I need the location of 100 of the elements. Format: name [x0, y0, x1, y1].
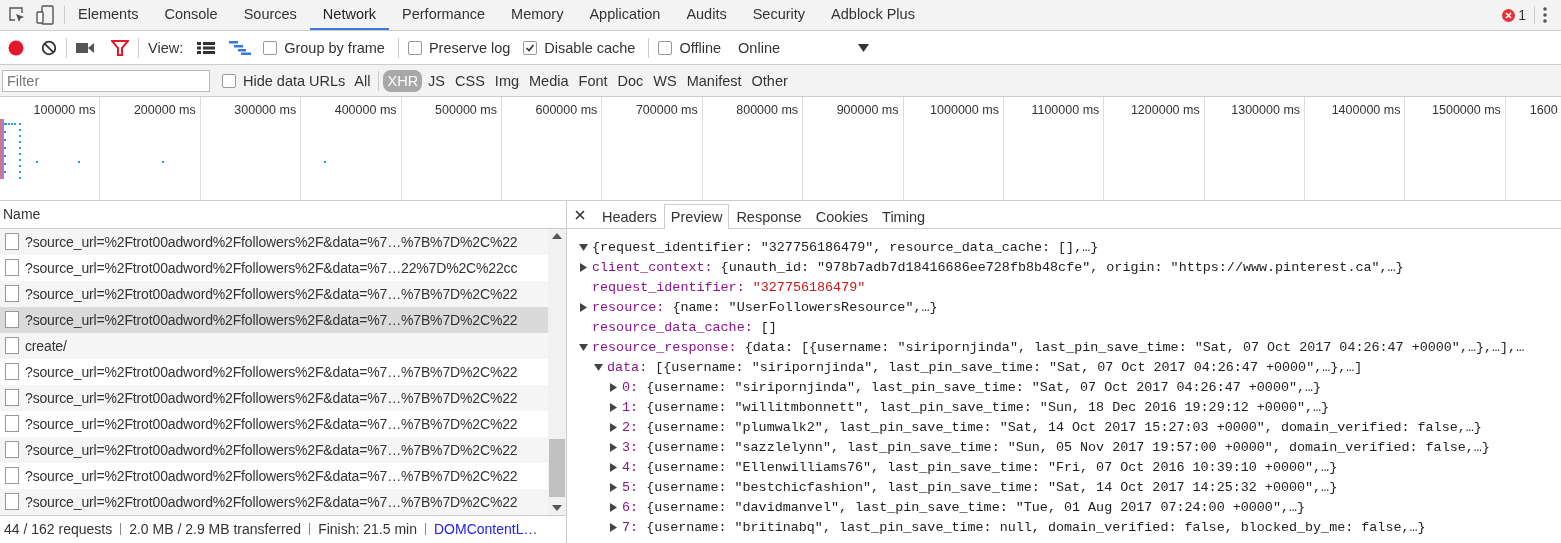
resource-type-filter[interactable]: WS [649, 69, 681, 92]
resource-type-filter[interactable]: Img [490, 69, 524, 92]
filter-icon[interactable] [111, 39, 129, 56]
property-value: "327756186479" [752, 279, 866, 295]
view-label: View: [148, 39, 184, 56]
detail-tab[interactable]: Cookies [808, 204, 876, 228]
request-row[interactable]: ?source_url=%2Ftrot00adword%2Ffollowers%2F&data=%7…%7B%7D%2C%22 [0, 306, 548, 333]
checkbox-label: Group by frame [284, 39, 385, 56]
checkbox[interactable] [222, 73, 236, 88]
close-icon[interactable] [575, 209, 585, 220]
request-row[interactable]: ?source_url=%2Ftrot00adword%2Ffollowers%2F&data=%7…%7B%7D%2C%22 [0, 384, 548, 411]
request-row[interactable]: ?source_url=%2Ftrot00adword%2Ffollowers%2F&data=%7…%7B%7D%2C%22 [0, 410, 548, 437]
expanded-arrow-icon[interactable] [579, 342, 588, 352]
property-value: [] [760, 319, 777, 335]
property-value: {username: "siripornjinda", last_pin_save_time: "Sat, 07 Oct 2017 04:26:47 +0000",…} [646, 379, 1322, 395]
checkbox[interactable] [407, 40, 422, 55]
detail-tab[interactable]: Timing [875, 204, 933, 228]
document-icon [5, 285, 19, 302]
resource-type-filter[interactable]: All [350, 69, 375, 92]
request-row[interactable]: ?source_url=%2Ftrot00adword%2Ffollowers%2F&data=%7…%7B%7D%2C%22 [0, 462, 548, 489]
collapsed-arrow-icon[interactable] [609, 462, 618, 472]
collapsed-arrow-icon[interactable] [609, 522, 618, 532]
request-row[interactable]: ?source_url=%2Ftrot00adword%2Ffollowers%2F&data=%7…%7B%7D%2C%22 [0, 488, 548, 515]
detail-tab[interactable]: Headers [595, 204, 664, 228]
collapsed-arrow-icon[interactable] [609, 482, 618, 492]
checkbox[interactable] [523, 40, 538, 55]
waterfall-icon[interactable] [229, 40, 252, 55]
panel-tab[interactable]: Security [739, 0, 819, 30]
time-tick-label: 1500000 ms [1432, 103, 1501, 117]
list-view-icon[interactable] [197, 41, 216, 54]
panel-tab[interactable]: Audits [673, 0, 740, 30]
panel-tab[interactable]: Console [151, 0, 231, 30]
document-icon [5, 311, 19, 328]
panel-tab[interactable]: Adblock Plus [818, 0, 928, 30]
detail-tab[interactable]: Response [729, 204, 809, 228]
panel-tab[interactable]: Application [576, 0, 674, 30]
detail-tab[interactable]: Preview [663, 204, 730, 229]
panel-tab[interactable]: Memory [498, 0, 577, 30]
camera-icon[interactable] [76, 41, 94, 54]
time-tick-label: 800000 ms [736, 103, 799, 117]
collapsed-arrow-icon[interactable] [579, 302, 588, 312]
expanded-arrow-icon[interactable] [579, 242, 588, 252]
property-key: resource: [592, 299, 665, 315]
resource-type-filter[interactable]: CSS [451, 69, 489, 92]
domcontentloaded-link[interactable]: DOMContentL… [434, 521, 538, 538]
time-tick-label: 400000 ms [334, 103, 397, 117]
property-value: {username: "sazzlelynn", last_pin_save_time: "Sun, 05 Nov 2017 19:57:00 +0000", domain_verified: false,…} [646, 439, 1490, 455]
resource-type-filter[interactable]: JS [424, 69, 450, 92]
document-icon [5, 389, 19, 406]
property-key: 6: [622, 499, 639, 515]
status-text: Finish: 21.5 min [318, 521, 417, 538]
request-row[interactable]: ?source_url=%2Ftrot00adword%2Ffollowers%2F&data=%7…%7B%7D%2C%22 [0, 358, 548, 385]
expanded-arrow-icon[interactable] [594, 362, 603, 372]
document-icon [5, 467, 19, 484]
request-row[interactable]: ?source_url=%2Ftrot00adword%2Ffollowers%2F&data=%7…%7B%7D%2C%22 [0, 280, 548, 307]
resource-type-filter[interactable]: Media [525, 69, 573, 92]
property-key: request_identifier: [592, 279, 745, 295]
property-key: 5: [622, 479, 639, 495]
collapsed-arrow-icon[interactable] [609, 382, 618, 392]
request-row[interactable]: create/ [0, 332, 548, 359]
clear-icon[interactable] [41, 39, 57, 56]
time-tick-label: 600000 ms [535, 103, 598, 117]
resource-type-filter[interactable]: Font [574, 69, 612, 92]
request-row[interactable]: ?source_url=%2Ftrot00adword%2Ffollowers%2F&data=%7…%7B%7D%2C%22 [0, 436, 548, 463]
checkbox[interactable] [658, 40, 673, 55]
device-toolbar-icon[interactable] [36, 5, 54, 25]
panel-tab[interactable]: Performance [389, 0, 499, 30]
checkbox-label: Disable cache [544, 39, 636, 56]
filter-input[interactable]: Filter [2, 69, 210, 92]
collapsed-arrow-icon[interactable] [609, 442, 618, 452]
time-tick-label: 1200000 ms [1130, 103, 1200, 117]
collapsed-arrow-icon[interactable] [609, 422, 618, 432]
property-value: {username: "britinabq", last_pin_save_time: null, domain_verified: false, blocked_by_me: false,…} [646, 519, 1426, 535]
resource-type-filter[interactable]: Manifest [682, 69, 746, 92]
panel-tab[interactable]: Sources [230, 0, 310, 30]
scrollbar[interactable] [548, 228, 566, 515]
property-value: {username: "Ellenwilliams76", last_pin_save_time: "Fri, 07 Oct 2016 10:39:10 +0000",…} [646, 459, 1338, 475]
collapsed-arrow-icon[interactable] [579, 262, 588, 272]
panel-tab[interactable]: Elements [65, 0, 152, 30]
record-icon[interactable] [8, 39, 24, 56]
time-tick-label: 900000 ms [836, 103, 899, 117]
scroll-thumb[interactable] [549, 438, 565, 497]
inspect-icon[interactable] [8, 6, 26, 24]
request-row[interactable]: ?source_url=%2Ftrot00adword%2Ffollowers%2F&data=%7…%7B%7D%2C%22 [0, 228, 548, 255]
resource-type-filter[interactable]: Doc [613, 69, 648, 92]
time-tick-label: 1100000 ms [1031, 103, 1100, 117]
collapsed-arrow-icon[interactable] [609, 502, 618, 512]
panel-tab[interactable]: Network [309, 0, 390, 30]
resource-type-filter[interactable]: Other [747, 69, 792, 92]
error-icon[interactable] [1502, 8, 1516, 22]
column-header[interactable]: Name [3, 206, 41, 223]
checkbox[interactable] [263, 40, 278, 55]
collapsed-arrow-icon[interactable] [609, 402, 618, 412]
property-value: {username: "davidmanvel", last_pin_save_time: "Tue, 01 Aug 2017 07:24:00 +0000",…} [646, 499, 1306, 515]
request-row[interactable]: ?source_url=%2Ftrot00adword%2Ffollowers%2F&data=%7…22%7D%2C%22cc [0, 254, 548, 281]
more-options-icon[interactable] [1543, 7, 1547, 23]
checkbox-label: Preserve log [428, 39, 511, 56]
property-key: data: [607, 359, 648, 375]
property-key: 7: [622, 519, 639, 535]
throttling-dropdown[interactable]: Online [738, 39, 869, 56]
